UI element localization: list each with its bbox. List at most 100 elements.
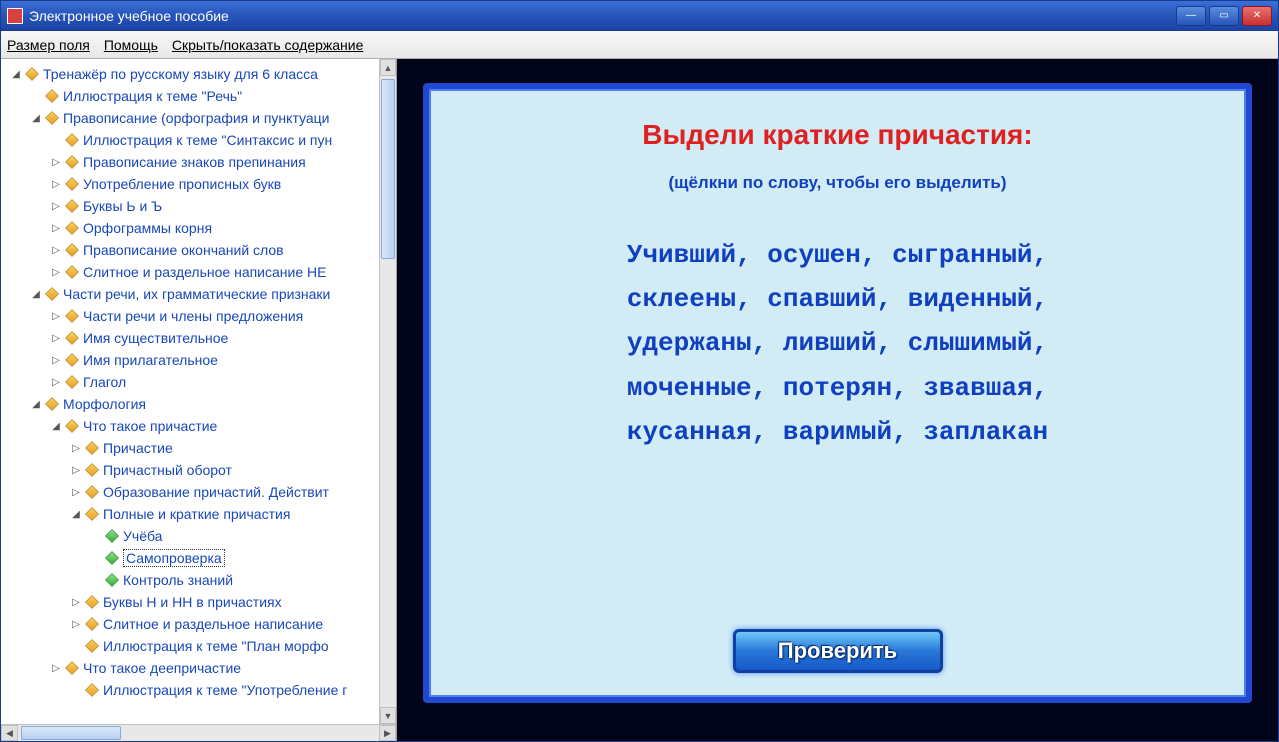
tree-item-label: Образование причастий. Действит — [103, 484, 329, 500]
tree-item-label: Имя существительное — [83, 330, 228, 346]
tree-item[interactable]: ▷Части речи и члены предложения — [3, 305, 396, 327]
tree-twisty-icon[interactable]: ▷ — [49, 375, 63, 389]
exercise-word[interactable]: потерян — [783, 373, 892, 403]
tree-item[interactable]: ◢Морфология — [3, 393, 396, 415]
tree-twisty-icon[interactable]: ◢ — [9, 67, 23, 81]
tree-item-label: Правописание (орфография и пунктуаци — [63, 110, 330, 126]
tree-item-label: Причастие — [103, 440, 173, 456]
exercise-word[interactable]: сыгранный — [892, 240, 1032, 270]
tree-twisty-icon[interactable]: ▷ — [49, 331, 63, 345]
tree-item[interactable]: ▷Имя прилагательное — [3, 349, 396, 371]
exercise-word[interactable]: Учивший — [627, 240, 736, 270]
scroll-thumb[interactable] — [381, 79, 395, 259]
exercise-word[interactable]: склеены — [627, 284, 736, 314]
menu-help[interactable]: Помощь — [104, 37, 158, 53]
window-controls: — ▭ ✕ — [1176, 6, 1272, 26]
close-button[interactable]: ✕ — [1242, 6, 1272, 26]
tree-twisty-icon[interactable]: ▷ — [49, 177, 63, 191]
tree-item[interactable]: ▷Глагол — [3, 371, 396, 393]
scroll-thumb-h[interactable] — [21, 726, 121, 740]
tree-item[interactable]: ◢ Правописание (орфография и пунктуаци — [3, 107, 396, 129]
book-icon — [65, 243, 79, 257]
maximize-button[interactable]: ▭ — [1209, 6, 1239, 26]
tree-twisty-icon[interactable]: ▷ — [69, 485, 83, 499]
book-icon — [45, 397, 59, 411]
tree-twisty-icon[interactable]: ▷ — [49, 221, 63, 235]
exercise-word[interactable]: виденный — [908, 284, 1033, 314]
tree-twisty-icon[interactable]: ▷ — [49, 353, 63, 367]
tree-item[interactable]: Иллюстрация к теме "Речь" — [3, 85, 396, 107]
tree-twisty-icon[interactable]: ▷ — [49, 155, 63, 169]
tree-item[interactable]: Иллюстрация к теме "Синтаксис и пун — [3, 129, 396, 151]
tree-item[interactable]: ▷Правописание окончаний слов — [3, 239, 396, 261]
tree-item[interactable]: ▷Слитное и раздельное написание — [3, 613, 396, 635]
book-icon — [65, 199, 79, 213]
tree-scrollbar-vertical[interactable]: ▲ ▼ — [379, 59, 396, 724]
book-icon — [85, 463, 99, 477]
scroll-up-arrow[interactable]: ▲ — [380, 59, 396, 76]
tree-twisty-icon[interactable]: ▷ — [49, 243, 63, 257]
tree-twisty-icon — [89, 573, 103, 587]
tree-twisty-icon[interactable]: ▷ — [69, 463, 83, 477]
tree-item[interactable]: Иллюстрация к теме "План морфо — [3, 635, 396, 657]
minimize-button[interactable]: — — [1176, 6, 1206, 26]
tree-twisty-icon[interactable]: ▷ — [69, 617, 83, 631]
tree-item[interactable]: ▷Буквы Ь и Ъ — [3, 195, 396, 217]
menubar: Размер поля Помощь Скрыть/показать содер… — [1, 31, 1278, 59]
tree-item[interactable]: ▷Что такое деепричастие — [3, 657, 396, 679]
exercise-word[interactable]: слышимый — [908, 328, 1033, 358]
tree-twisty-icon[interactable]: ▷ — [69, 441, 83, 455]
toc-tree[interactable]: ◢Тренажёр по русскому языку для 6 класса… — [1, 59, 396, 724]
tree-item[interactable]: Иллюстрация к теме "Употребление г — [3, 679, 396, 701]
tree-twisty-icon[interactable]: ◢ — [29, 397, 43, 411]
tree-item-label: Буквы Н и НН в причастиях — [103, 594, 282, 610]
tree-item[interactable]: ▷ Причастие — [3, 437, 396, 459]
tree-item[interactable]: ▷Орфограммы корня — [3, 217, 396, 239]
scroll-down-arrow[interactable]: ▼ — [380, 707, 396, 724]
tree-twisty-icon[interactable]: ◢ — [49, 419, 63, 433]
tree-twisty-icon[interactable]: ▷ — [49, 309, 63, 323]
tree-item[interactable]: ▷Слитное и раздельное написание НЕ — [3, 261, 396, 283]
tree-item[interactable]: ▷ Буквы Н и НН в причастиях — [3, 591, 396, 613]
tree-twisty-icon — [89, 529, 103, 543]
menu-field-size[interactable]: Размер поля — [7, 37, 90, 53]
tree-item[interactable]: ▷Правописание знаков препинания — [3, 151, 396, 173]
tree-twisty-icon[interactable]: ◢ — [29, 111, 43, 125]
tree-twisty-icon[interactable]: ▷ — [49, 199, 63, 213]
tree-item[interactable]: Самопроверка — [3, 547, 396, 569]
tree-twisty-icon[interactable]: ◢ — [69, 507, 83, 521]
tree-twisty-icon[interactable]: ▷ — [69, 595, 83, 609]
exercise-word[interactable]: варимый — [783, 417, 892, 447]
tree-item[interactable]: Учёба — [3, 525, 396, 547]
menu-toggle-toc[interactable]: Скрыть/показать содержание — [172, 37, 363, 53]
exercise-word[interactable]: моченные — [627, 373, 752, 403]
tree-item[interactable]: Контроль знаний — [3, 569, 396, 591]
exercise-word[interactable]: кусанная — [627, 417, 752, 447]
book-icon — [85, 683, 99, 697]
scroll-left-arrow[interactable]: ◀ — [1, 725, 18, 741]
exercise-word[interactable]: ливший — [783, 328, 877, 358]
tree-item[interactable]: ◢Что такое причастие — [3, 415, 396, 437]
tree-item-label: Употребление прописных букв — [83, 176, 281, 192]
tree-item[interactable]: ▷ Образование причастий. Действит — [3, 481, 396, 503]
tree-item[interactable]: ◢Части речи, их грамматические признаки — [3, 283, 396, 305]
exercise-word[interactable]: заплакан — [923, 417, 1048, 447]
tree-twisty-icon[interactable]: ◢ — [29, 287, 43, 301]
tree-item[interactable]: ▷Причастный оборот — [3, 459, 396, 481]
book-icon — [105, 529, 119, 543]
tree-item[interactable]: ▷ Имя существительное — [3, 327, 396, 349]
tree-twisty-icon[interactable]: ▷ — [49, 661, 63, 675]
tree-item[interactable]: ◢Тренажёр по русскому языку для 6 класса — [3, 63, 396, 85]
tree-twisty-icon[interactable]: ▷ — [49, 265, 63, 279]
tree-item-label: Контроль знаний — [123, 572, 233, 588]
exercise-word[interactable]: удержаны — [627, 328, 752, 358]
scroll-right-arrow[interactable]: ▶ — [379, 725, 396, 741]
tree-scrollbar-horizontal[interactable]: ◀ ▶ — [1, 724, 396, 741]
tree-item[interactable]: ◢Полные и краткие причастия — [3, 503, 396, 525]
exercise-word[interactable]: звавшая — [923, 373, 1032, 403]
exercise-word[interactable]: осушен — [767, 240, 861, 270]
book-icon — [65, 177, 79, 191]
exercise-word[interactable]: спавший — [767, 284, 876, 314]
check-button[interactable]: Проверить — [733, 629, 943, 673]
tree-item[interactable]: ▷ Употребление прописных букв — [3, 173, 396, 195]
